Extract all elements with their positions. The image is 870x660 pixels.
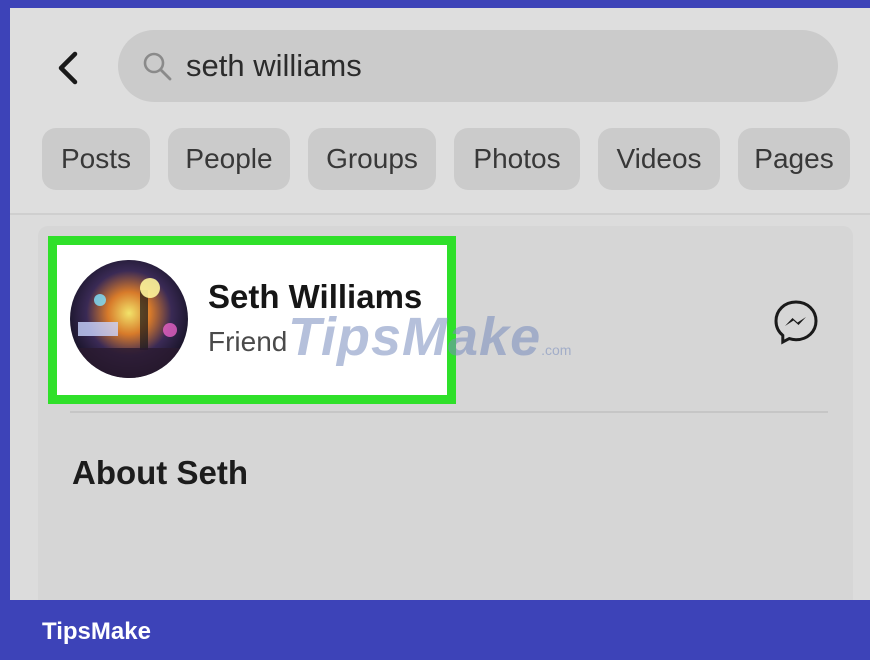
- divider: [10, 213, 870, 215]
- footer-bar: TipsMake: [0, 600, 870, 660]
- messenger-icon: [774, 300, 818, 345]
- tab-pages[interactable]: Pages: [738, 128, 850, 190]
- tab-photos[interactable]: Photos: [454, 128, 580, 190]
- watermark-text: TipsMake: [288, 307, 542, 367]
- avatar[interactable]: [70, 260, 188, 378]
- filter-tabs: Posts People Groups Photos Videos Pages: [42, 128, 870, 190]
- tab-groups[interactable]: Groups: [308, 128, 436, 190]
- search-input[interactable]: [186, 48, 786, 84]
- tab-posts[interactable]: Posts: [42, 128, 150, 190]
- back-button[interactable]: [50, 48, 86, 88]
- chevron-left-icon: [58, 51, 78, 85]
- screen: Posts People Groups Photos Videos Pages: [10, 8, 870, 600]
- message-button[interactable]: [770, 296, 822, 348]
- result-subtitle: Friend: [208, 326, 288, 357]
- top-bar: Posts People Groups Photos Videos Pages: [10, 8, 870, 213]
- search-icon: [140, 49, 174, 83]
- footer-brand: TipsMake: [42, 618, 151, 645]
- watermark: TipsMake.com: [288, 306, 571, 368]
- section-title: About Seth: [72, 454, 248, 491]
- tab-videos[interactable]: Videos: [598, 128, 720, 190]
- tab-people[interactable]: People: [168, 128, 290, 190]
- watermark-suffix: .com: [541, 342, 572, 358]
- card-divider: [70, 411, 828, 413]
- search-bar[interactable]: [118, 30, 838, 102]
